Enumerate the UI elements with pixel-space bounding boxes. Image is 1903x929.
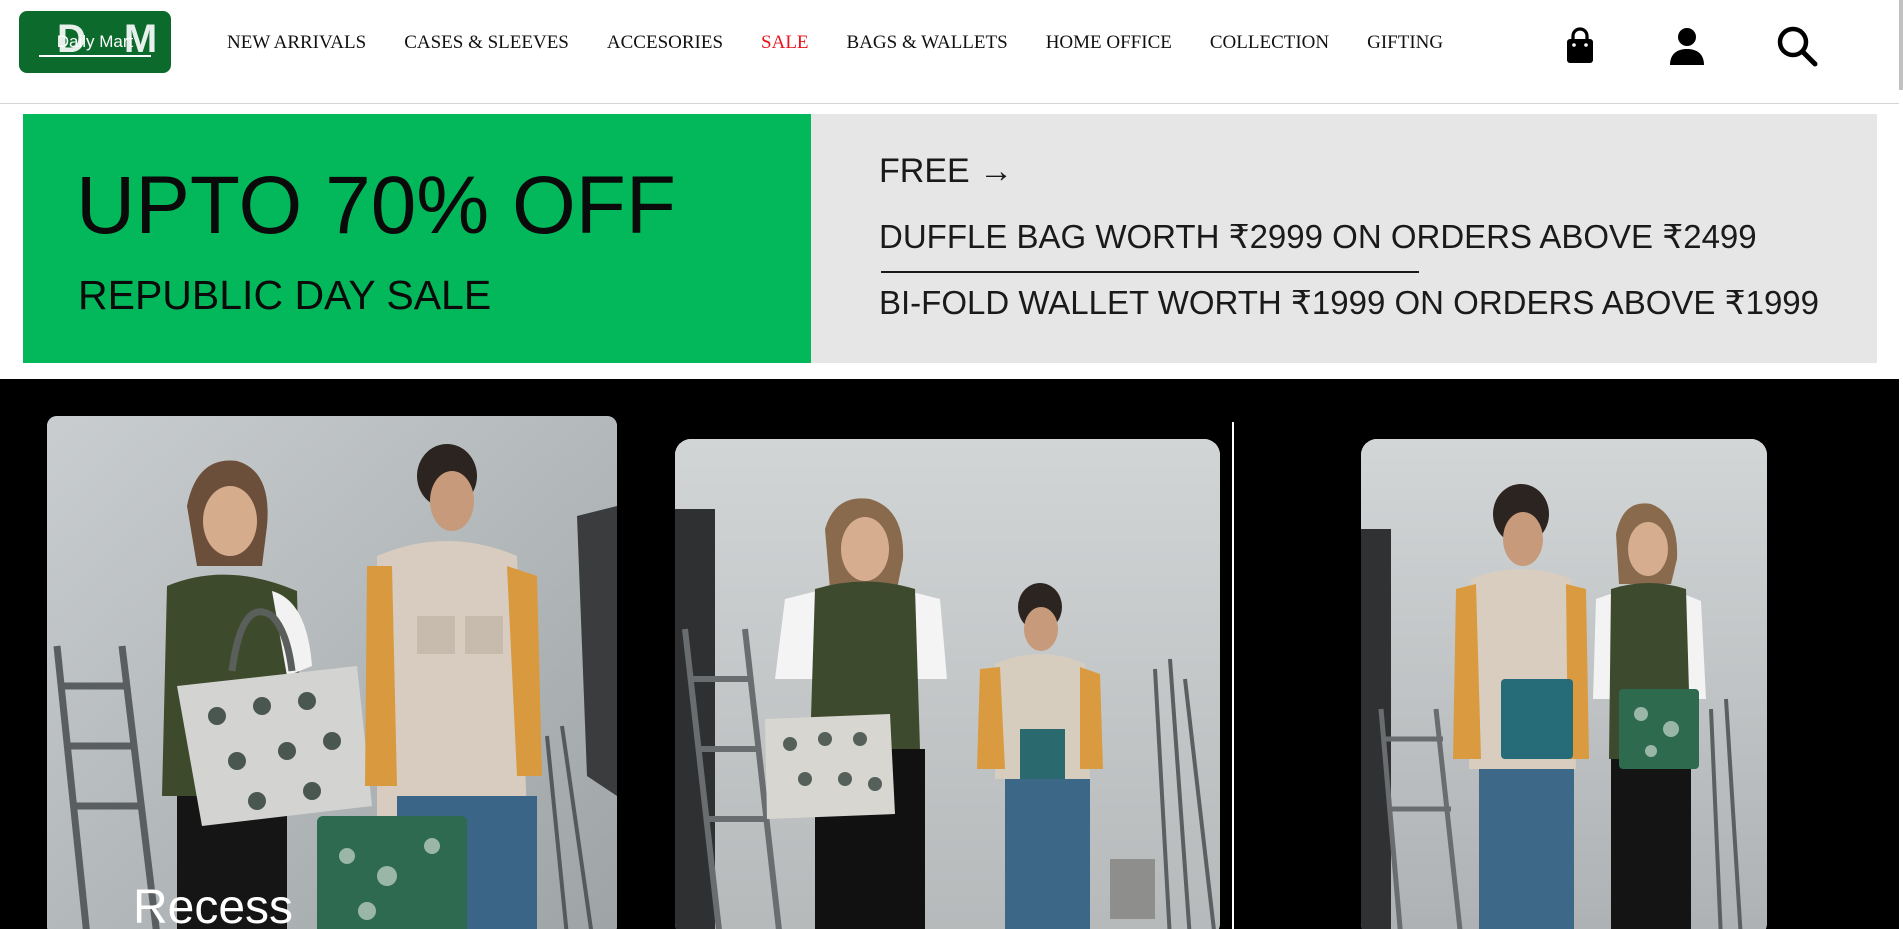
slide-caption: Recess [133, 881, 294, 929]
nav-item-sale[interactable]: SALE [761, 30, 809, 56]
user-icon[interactable] [1665, 24, 1709, 68]
nav-item-new-arrivals[interactable]: NEW ARRIVALS [227, 30, 366, 56]
nav-item-collection[interactable]: COLLECTION [1210, 30, 1329, 56]
nav-item-gifting[interactable]: GIFTING [1367, 30, 1443, 56]
sale-subheadline: REPUBLIC DAY SALE [78, 272, 492, 318]
nav-item-bags-wallets[interactable]: BAGS & WALLETS [847, 30, 1008, 56]
offer-duffle-bag: DUFFLE BAG WORTH ₹2999 ON ORDERS ABOVE ₹… [879, 218, 1757, 255]
logo-text: Daily Mart [56, 32, 134, 51]
nav-item-cases-sleeves[interactable]: CASES & SLEEVES [404, 30, 569, 56]
nav-item-accesories[interactable]: ACCESORIES [607, 30, 723, 56]
scrollbar-thumb[interactable] [1899, 0, 1903, 90]
main-nav: NEW ARRIVALS CASES & SLEEVES ACCESORIES … [227, 30, 1443, 56]
shopping-bag-icon[interactable] [1558, 24, 1602, 68]
promo-banner[interactable]: UPTO 70% OFF REPUBLIC DAY SALE FREE → DU… [23, 114, 1877, 363]
logo-rule [39, 55, 151, 57]
sale-headline: UPTO 70% OFF [76, 160, 676, 251]
offer-bifold-wallet: BI-FOLD WALLET WORTH ₹1999 ON ORDERS ABO… [879, 284, 1820, 321]
nav-item-home-office[interactable]: HOME OFFICE [1046, 30, 1172, 56]
hero-carousel: Recess [0, 379, 1899, 929]
free-label: FREE → [879, 152, 1014, 190]
offer-divider [881, 271, 1419, 273]
search-icon[interactable] [1775, 24, 1819, 68]
hero-slide-1-image[interactable]: Recess [47, 416, 617, 929]
hero-slide-3-image[interactable] [1361, 439, 1767, 929]
slide-divider [1232, 422, 1234, 929]
site-header: DM Daily Mart NEW ARRIVALS CASES & SLEEV… [0, 0, 1903, 104]
brand-logo[interactable]: DM Daily Mart [19, 11, 171, 73]
hero-slide-2-image[interactable] [675, 439, 1220, 929]
page-scrollbar[interactable] [1899, 0, 1903, 929]
sale-panel: UPTO 70% OFF REPUBLIC DAY SALE [23, 114, 811, 363]
